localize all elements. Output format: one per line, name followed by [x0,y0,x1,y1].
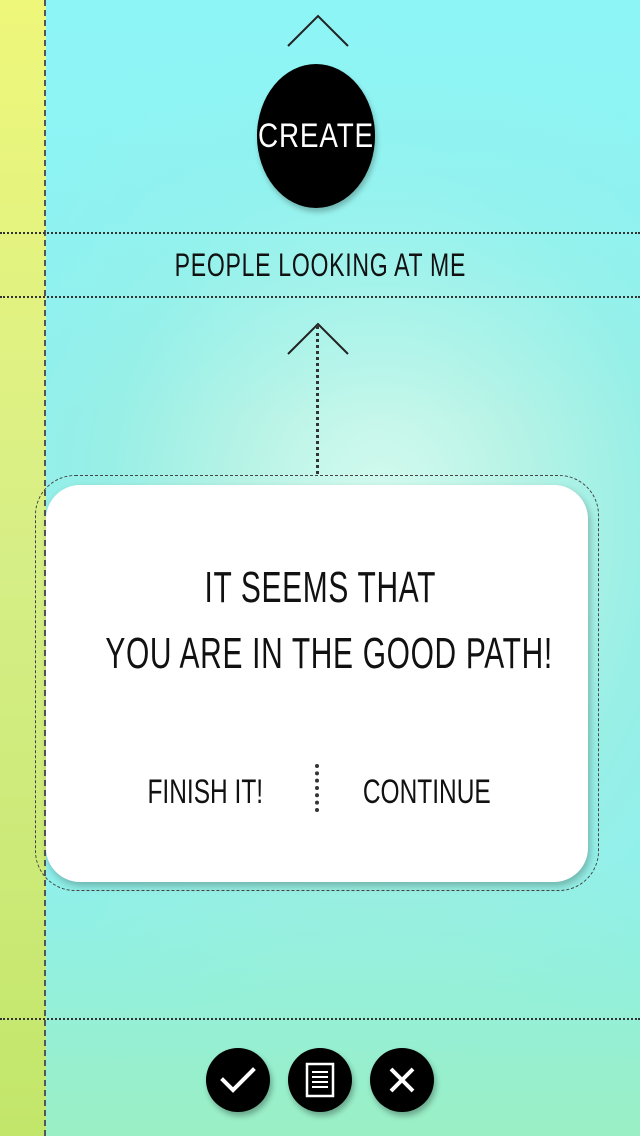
close-icon [389,1067,415,1093]
finish-button[interactable]: FINISH IT! [130,766,280,818]
create-button[interactable]: CREATE [256,64,376,208]
dialog-button-divider [315,764,319,812]
connector-line [316,326,319,474]
dialog-message: IT SEEMS THAT YOU ARE IN THE GOOD PATH! [0,555,640,687]
notes-button[interactable] [288,1048,352,1112]
background-top [0,0,640,420]
continue-button[interactable]: CONTINUE [352,766,502,818]
chevron-up-icon[interactable] [286,14,350,48]
document-icon [305,1062,335,1098]
divider-bottom [0,296,640,298]
finish-button-label: FINISH IT! [147,772,263,811]
dialog-message-line2: YOU ARE IN THE GOOD PATH! [105,629,553,678]
divider-footer [0,1018,640,1020]
cancel-button[interactable] [370,1048,434,1112]
continue-button-label: CONTINUE [363,772,491,811]
section-title-text: PEOPLE LOOKING AT ME [174,246,466,283]
dialog-message-line1: IT SEEMS THAT [204,563,436,612]
section-title[interactable]: PEOPLE LOOKING AT ME [0,234,640,296]
confirm-button[interactable] [206,1048,270,1112]
check-icon [220,1067,256,1093]
